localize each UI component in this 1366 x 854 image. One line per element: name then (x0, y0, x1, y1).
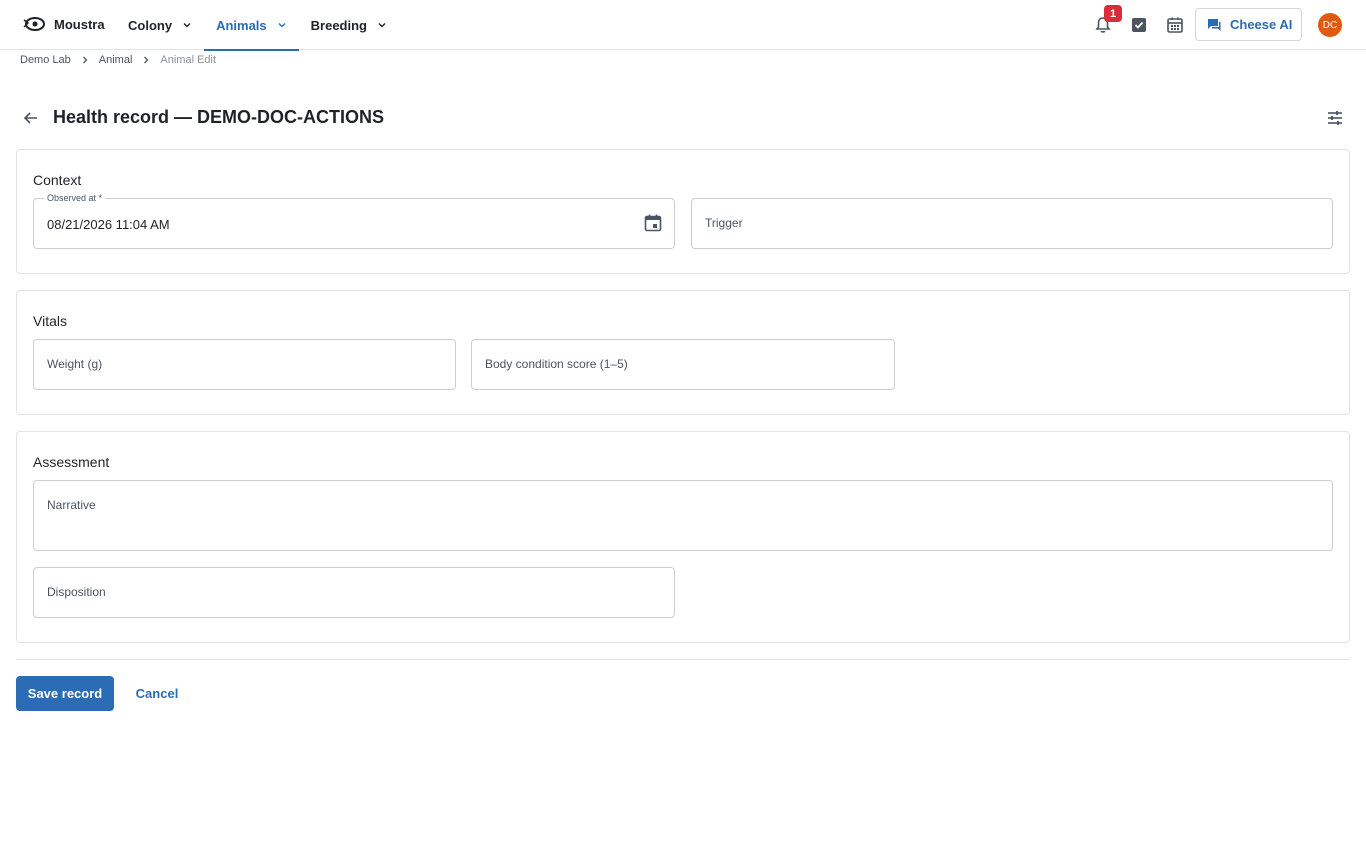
trigger-field[interactable]: Trigger (691, 198, 1333, 249)
narrative-textarea[interactable]: Narrative (33, 480, 1333, 551)
tasks-button[interactable] (1127, 13, 1151, 37)
chevron-down-icon (378, 23, 386, 28)
body-condition-score-field[interactable]: Body condition score (1–5) (471, 339, 895, 390)
save-record-button[interactable]: Save record (16, 676, 114, 711)
avatar[interactable]: DC (1318, 13, 1342, 37)
nav-item-label: Colony (128, 17, 173, 33)
observed-at-value: 08/21/2026 11:04 AM (47, 217, 170, 232)
notification-badge: 1 (1104, 5, 1122, 22)
context-card: Context Observed at * 08/21/2026 11:04 A… (16, 149, 1350, 274)
weight-field[interactable]: Weight (g) (33, 339, 456, 390)
context-title: Context (33, 172, 82, 188)
breadcrumb: Demo Lab Animal Animal Edit (20, 54, 216, 66)
nav-item-label: Breeding (310, 17, 367, 33)
task-check-icon (1132, 18, 1146, 32)
top-bar: Moustra Colony Animals Breeding 1 Cheese… (0, 0, 1366, 51)
assessment-card: Assessment Narrative Disposition (16, 431, 1350, 643)
divider (16, 659, 1350, 660)
page-title: Health record — DEMO-DOC-ACTIONS (53, 107, 385, 127)
nav-item-breeding[interactable]: Breeding (299, 0, 399, 50)
back-arrow-icon[interactable] (22, 109, 40, 127)
chevron-right-icon (144, 56, 149, 64)
trigger-placeholder: Trigger (705, 216, 743, 230)
narrative-placeholder: Narrative (47, 498, 96, 512)
calendar-button[interactable] (1163, 13, 1187, 37)
main-nav: Colony Animals Breeding (116, 0, 399, 51)
vitals-card: Vitals Weight (g) Body condition score (… (16, 290, 1350, 415)
cheese-ai-button[interactable]: Cheese AI (1195, 8, 1302, 41)
calendar-icon[interactable] (643, 213, 663, 233)
chevron-right-icon (82, 56, 88, 64)
cheese-ai-label: Cheese AI (1230, 17, 1293, 32)
chat-icon (1208, 18, 1221, 31)
breadcrumb-item[interactable]: Demo Lab (20, 54, 71, 66)
tune-settings-icon[interactable] (1326, 109, 1344, 127)
bcs-placeholder: Body condition score (1–5) (485, 357, 628, 371)
calendar-icon (1167, 17, 1183, 33)
weight-placeholder: Weight (g) (47, 357, 103, 371)
nav-item-animals[interactable]: Animals (204, 0, 299, 51)
observed-at-label: Observed at * (44, 193, 106, 203)
observed-at-field[interactable]: Observed at * 08/21/2026 11:04 AM (33, 193, 675, 249)
nav-item-colony[interactable]: Colony (116, 0, 204, 50)
chevron-down-icon (278, 23, 286, 28)
chevron-down-icon (183, 23, 191, 28)
breadcrumb-item[interactable]: Animal (99, 54, 133, 66)
breadcrumb-current: Animal Edit (160, 54, 217, 66)
assessment-title: Assessment (33, 454, 110, 470)
disposition-field[interactable]: Disposition (33, 567, 675, 618)
disposition-placeholder: Disposition (47, 585, 106, 599)
app-logo[interactable]: Moustra (22, 14, 105, 34)
app-name: Moustra (54, 16, 105, 32)
nav-item-label: Animals (216, 17, 267, 33)
cancel-button[interactable]: Cancel (124, 676, 190, 711)
vitals-title: Vitals (33, 313, 67, 329)
moustra-logo-icon (23, 17, 45, 31)
